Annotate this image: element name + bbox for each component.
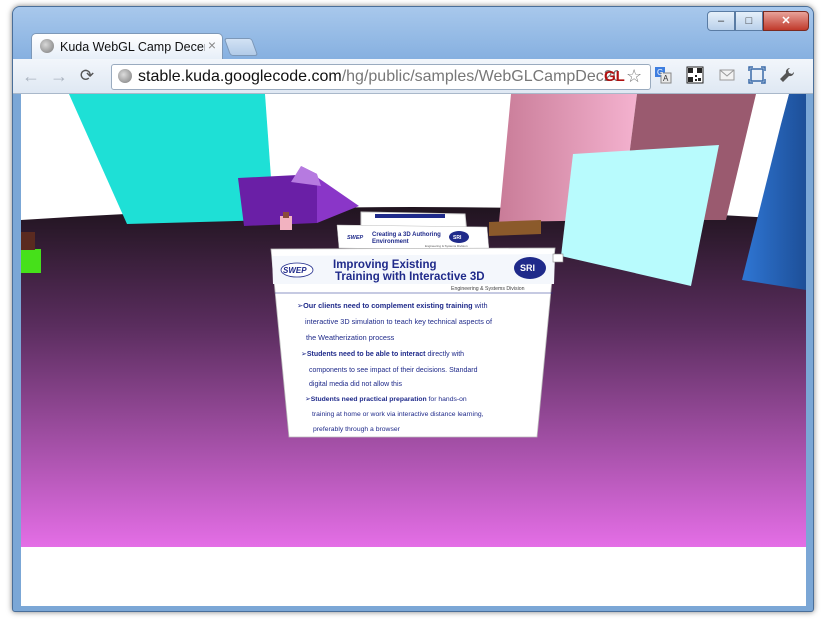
wooden-plank [489, 220, 541, 236]
avatar-figure [280, 216, 292, 230]
bullet-3-line-3: preferably through a browser [313, 426, 401, 433]
swep-logo-small: SWEP [347, 235, 364, 241]
bullet-2-line-3: digital media did not allow this [309, 381, 402, 388]
mail-icon[interactable] [717, 66, 737, 86]
translate-icon[interactable]: GA [653, 66, 673, 86]
tab-title: Kuda WebGL Camp Decem [60, 40, 205, 54]
window-controls: – □ ✕ [707, 11, 809, 31]
address-bar[interactable]: stable.kuda.googlecode.com/hg/public/sam… [111, 64, 651, 90]
close-button[interactable]: ✕ [763, 11, 809, 31]
bullet-1-line-3: the Weatherization process [306, 333, 395, 342]
globe-icon [40, 39, 54, 53]
toolbar: ← → ⟳ stable.kuda.googlecode.com/hg/publ… [13, 59, 813, 94]
page-globe-icon [118, 69, 132, 83]
bullet-3-line-1: ➢Students need practical preparation for… [305, 396, 467, 403]
browser-window: Kuda WebGL Camp Decem × – □ ✕ ← → ⟳ stab… [12, 6, 814, 612]
sri-logo: SRI [520, 263, 535, 273]
bullet-2-line-1: ➢Students need to be able to interact di… [301, 351, 464, 358]
slide-title-line-1: Improving Existing [333, 259, 437, 271]
back-button[interactable]: ← [21, 66, 41, 86]
minimize-button[interactable]: – [707, 11, 735, 31]
webgl-badge-icon[interactable]: GL [604, 68, 625, 85]
swep-logo: SWEP [283, 266, 307, 275]
tab-close-icon[interactable]: × [208, 37, 216, 53]
tab-kuda-webgl[interactable]: Kuda WebGL Camp Decem × [31, 33, 223, 60]
slide-mid-title-2: Environment [372, 239, 409, 245]
forward-button[interactable]: → [49, 66, 69, 86]
reload-button[interactable]: ⟳ [77, 66, 97, 86]
bullet-2-line-2: components to see impact of their decisi… [309, 367, 478, 374]
webgl-3d-scene[interactable]: SWEP Creating a 3D Authoring Environment… [21, 94, 806, 547]
slide-mid[interactable]: SWEP Creating a 3D Authoring Environment… [336, 224, 490, 251]
bullet-3-line-2: training at home or work via interactive… [312, 411, 484, 418]
qr-code-icon[interactable] [685, 66, 705, 86]
bullet-1-line-1: ➢Our clients need to complement existing… [297, 301, 488, 310]
slide-mid-title-1: Creating a 3D Authoring [372, 232, 441, 238]
fullscreen-icon[interactable] [747, 66, 767, 86]
new-tab-button[interactable] [223, 38, 259, 56]
bookmark-star-icon[interactable]: ☆ [626, 66, 642, 87]
green-block [21, 249, 41, 273]
slide-title-line-2: Training with Interactive 3D [335, 271, 485, 283]
page-content: SWEP Creating a 3D Authoring Environment… [21, 94, 806, 606]
slide-front[interactable]: SWEP Improving Existing Training with In… [270, 247, 556, 438]
slide-mid-division: Engineering & Systems Division [425, 244, 468, 248]
slide-division: Engineering & Systems Division [451, 286, 525, 292]
sri-logo-small: SRI [453, 235, 462, 241]
url-text[interactable]: stable.kuda.googlecode.com/hg/public/sam… [138, 68, 618, 86]
svg-text:A: A [663, 74, 669, 83]
maximize-button[interactable]: □ [735, 11, 763, 31]
bullet-1-line-2: interactive 3D simulation to teach key t… [305, 317, 493, 326]
title-bar: Kuda WebGL Camp Decem × – □ ✕ [13, 7, 813, 60]
wrench-icon[interactable] [777, 66, 797, 86]
